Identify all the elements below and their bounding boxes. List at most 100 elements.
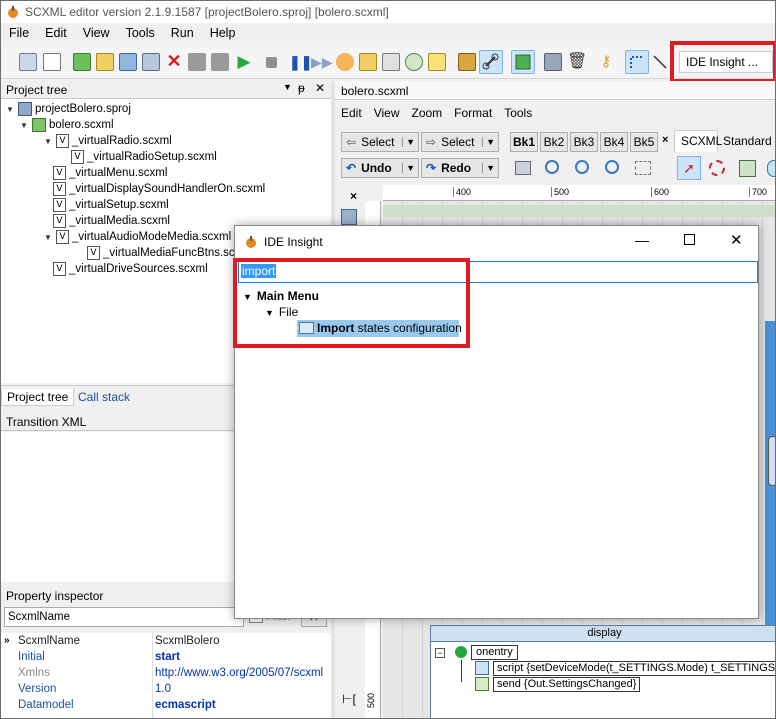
pause-icon[interactable]: ❚❚ xyxy=(289,53,312,71)
undo-button[interactable]: ↶ Undo ▼ xyxy=(341,158,419,178)
send-action[interactable]: send {Out.SettingsChanged} xyxy=(493,677,641,692)
tree-item[interactable]: ▼ V _virtualAudioModeMedia.scxml xyxy=(43,229,231,245)
close-ruler-icon[interactable]: × xyxy=(350,189,357,203)
redo-button[interactable]: ↷ Redo ▼ xyxy=(421,158,499,178)
tree-item[interactable]: V _virtualSetup.scxml xyxy=(53,197,169,213)
lasso-icon[interactable] xyxy=(709,160,725,176)
tree-item[interactable]: ▼ V _virtualRadio.scxml xyxy=(43,133,172,149)
zoom-in-icon[interactable] xyxy=(605,160,619,174)
fit-view-button[interactable] xyxy=(511,50,535,74)
dropdown-icon[interactable]: ▼ xyxy=(283,82,292,92)
project-icon[interactable] xyxy=(19,53,37,71)
bracket-icon[interactable]: ⊢[ xyxy=(342,692,356,706)
bookmark-5-button[interactable]: Bk5 xyxy=(630,132,658,152)
key-icon[interactable]: ⚷ xyxy=(597,53,615,71)
editor-menu-zoom[interactable]: Zoom xyxy=(405,104,448,122)
tree-item[interactable]: V _virtualMenu.scxml xyxy=(53,165,167,181)
run-icon[interactable]: ▶ xyxy=(235,53,253,71)
menu-view[interactable]: View xyxy=(75,24,118,44)
bookmark-4-button[interactable]: Bk4 xyxy=(600,132,628,152)
notes-icon[interactable] xyxy=(428,53,446,71)
caret-down-icon[interactable]: ▼ xyxy=(5,105,15,114)
save-icon[interactable] xyxy=(119,53,137,71)
straight-connector-icon[interactable] xyxy=(651,53,669,71)
display-state[interactable]: display − onentry script {setDeviceMode(… xyxy=(430,625,775,718)
horizontal-ruler: 400 500 600 700 xyxy=(383,185,775,201)
state-icon[interactable] xyxy=(382,53,400,71)
zoom-fit-icon[interactable] xyxy=(635,161,651,175)
fast-forward-icon[interactable]: ▶▶ xyxy=(311,53,333,71)
tree-item[interactable]: V _virtualMediaFuncBtns.scxml xyxy=(87,245,253,261)
dropdown-icon[interactable]: ▼ xyxy=(482,137,498,147)
connector-button[interactable] xyxy=(625,50,649,74)
breakpoint-icon[interactable] xyxy=(336,53,354,71)
state-tool-icon[interactable] xyxy=(739,160,756,177)
new-project-icon[interactable] xyxy=(73,53,91,71)
layout-icon[interactable] xyxy=(544,53,562,71)
tab-scxml[interactable]: SCXML xyxy=(674,130,722,152)
editor-menu-tools[interactable]: Tools xyxy=(498,104,538,122)
tab-project-tree[interactable]: Project tree xyxy=(1,389,75,406)
final-state-icon[interactable] xyxy=(767,160,775,177)
save-all-icon[interactable] xyxy=(142,53,160,71)
bookmark-3-button[interactable]: Bk3 xyxy=(570,132,598,152)
caret-down-icon[interactable]: ▼ xyxy=(43,233,53,242)
pointer-tool-button[interactable]: ➚ xyxy=(677,156,701,180)
editor-tab-title[interactable]: bolero.scxml xyxy=(341,84,408,98)
build-icon[interactable] xyxy=(458,53,476,71)
tab-call-stack[interactable]: Call stack xyxy=(73,389,135,405)
dropdown-icon[interactable]: ▼ xyxy=(482,163,498,173)
trash-icon[interactable]: 🗑 xyxy=(567,53,587,71)
select-next-button[interactable]: ⇨ Select ▼ xyxy=(421,132,499,152)
property-row[interactable]: Datamodel ecmascript xyxy=(1,699,331,715)
caret-down-icon[interactable]: ▼ xyxy=(19,121,29,130)
zoom-icon[interactable] xyxy=(545,160,559,174)
tree-item[interactable]: V _virtualDisplaySoundHandlerOn.scxml xyxy=(53,181,265,197)
tree-item[interactable]: V _virtualDriveSources.scxml xyxy=(53,261,208,277)
onentry-label[interactable]: onentry xyxy=(471,645,518,660)
editor-menu-format[interactable]: Format xyxy=(448,104,498,122)
editor-menu-edit[interactable]: Edit xyxy=(335,104,368,122)
editor-menu-view[interactable]: View xyxy=(368,104,406,122)
script-action[interactable]: script {setDeviceMode(t_SETTINGS.Mode) t… xyxy=(493,661,775,676)
maximize-icon[interactable] xyxy=(684,234,695,245)
canvas-state-node[interactable] xyxy=(768,436,775,486)
close-icon[interactable]: ✕ xyxy=(165,52,183,71)
link-toggle-button[interactable] xyxy=(479,50,503,74)
property-row[interactable]: Xmlns http://www.w3.org/2005/07/scxml xyxy=(1,667,331,683)
collapse-icon[interactable]: − xyxy=(435,648,445,658)
select-button[interactable]: ⇦ Select ▼ xyxy=(341,132,419,152)
menu-help[interactable]: Help xyxy=(202,24,244,44)
stop-icon[interactable] xyxy=(266,57,277,68)
property-row[interactable]: Initial start xyxy=(1,651,331,667)
trigger-icon[interactable] xyxy=(359,53,377,71)
dropdown-icon[interactable]: ▼ xyxy=(402,163,418,173)
settings-icon[interactable] xyxy=(341,209,357,225)
menu-edit[interactable]: Edit xyxy=(37,24,75,44)
close-bookmarks-icon[interactable]: × xyxy=(662,134,668,146)
menu-run[interactable]: Run xyxy=(163,24,202,44)
bookmark-1-button[interactable]: Bk1 xyxy=(510,132,538,152)
caret-down-icon[interactable]: ▼ xyxy=(43,137,53,146)
zoom-out-icon[interactable] xyxy=(575,160,589,174)
open-folder-icon[interactable] xyxy=(96,53,114,71)
property-search-input[interactable]: ScxmlName xyxy=(4,607,244,627)
refresh-icon[interactable] xyxy=(405,53,423,71)
close-panel-icon[interactable]: ✕ xyxy=(315,81,325,95)
pin-icon[interactable]: ᵽ xyxy=(298,81,305,95)
bookmark-2-button[interactable]: Bk2 xyxy=(540,132,568,152)
tree-item[interactable]: ▼ projectBolero.sproj xyxy=(5,101,131,117)
menu-tools[interactable]: Tools xyxy=(118,24,163,44)
tree-item[interactable]: V _virtualMedia.scxml xyxy=(53,213,170,229)
property-row[interactable]: Version 1.0 xyxy=(1,683,331,699)
tab-standard[interactable]: Standard xyxy=(719,132,775,152)
tree-item[interactable]: V _virtualRadioSetup.scxml xyxy=(71,149,217,165)
new-file-icon[interactable] xyxy=(43,53,61,71)
minimize-icon[interactable]: — xyxy=(635,232,649,248)
dropdown-icon[interactable]: ▼ xyxy=(402,137,418,147)
menu-file[interactable]: File xyxy=(1,24,37,44)
print-icon[interactable] xyxy=(515,161,531,175)
close-icon[interactable]: ✕ xyxy=(730,231,743,249)
tree-item[interactable]: ▼ bolero.scxml xyxy=(19,117,114,133)
property-row[interactable]: » ScxmlName ScxmlBolero xyxy=(1,635,331,651)
